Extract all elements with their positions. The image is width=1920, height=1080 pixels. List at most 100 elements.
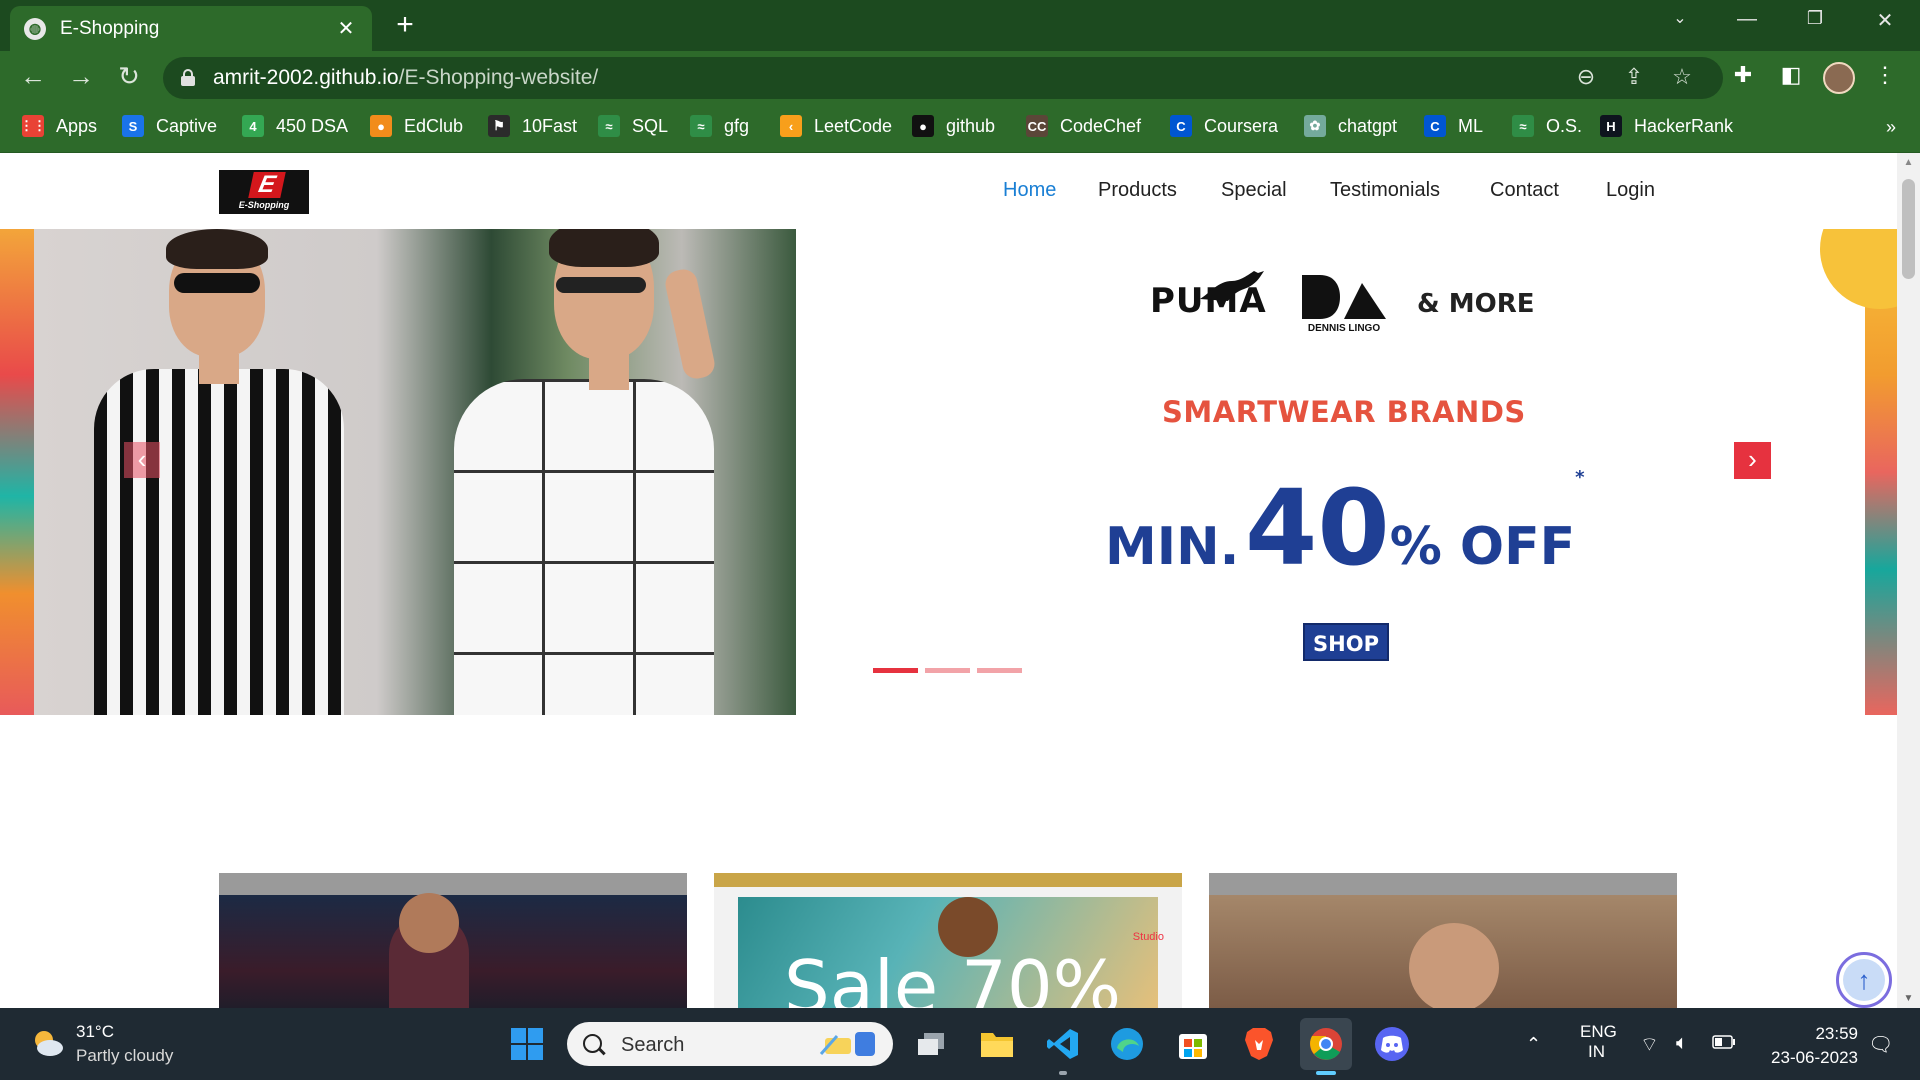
volume-icon[interactable]: 🔈︎ [1676,1032,1688,1055]
bookmark-edclub[interactable]: ● EdClub [370,115,463,137]
bookmark-label: CodeChef [1060,115,1142,136]
lock-icon[interactable] [181,69,195,86]
bookmark-apps[interactable]: ⋮⋮ Apps [20,115,97,137]
task-view-icon[interactable] [912,1025,950,1063]
bookmark-o-s[interactable]: ≈ O.S. [1512,115,1582,137]
bookmark-label: 10Fast [522,115,578,136]
weather-description[interactable]: Partly cloudy [76,1046,173,1066]
offer-value: 40 [1244,467,1390,589]
nav-testimonials[interactable]: Testimonials [1330,179,1440,202]
microsoft-store-icon[interactable] [1174,1025,1212,1063]
url-text[interactable]: amrit-2002.github.io/E-Shopping-website/ [213,66,598,90]
nav-products[interactable]: Products [1098,179,1177,202]
start-windows-icon[interactable] [508,1025,546,1063]
bookmark-10fast[interactable]: ⚑ 10Fast [488,115,577,137]
zoom-icon[interactable]: ⊖ [1571,64,1601,90]
restore-button[interactable]: ❐ [1800,8,1830,29]
brave-icon[interactable] [1240,1025,1278,1063]
bookmark-hackerrank[interactable]: H HackerRank [1600,115,1733,137]
bookmark-leetcode[interactable]: ‹ LeetCode [780,115,892,137]
address-bar[interactable]: amrit-2002.github.io/E-Shopping-website/… [163,57,1723,99]
close-window-button[interactable]: ✕ [1870,8,1900,33]
scroll-down-arrow-icon[interactable]: ▼ [1897,993,1920,1004]
notifications-icon[interactable]: 🗨︎ [1868,1032,1893,1057]
chatgpt-icon: ✿ [1304,115,1326,137]
carousel-indicator-2[interactable] [925,668,970,673]
side-panel-icon[interactable]: ◧ [1776,62,1806,88]
extensions-icon[interactable]: ✚ [1728,62,1758,88]
profile-avatar[interactable] [1823,62,1855,94]
share-icon[interactable]: ⇪ [1619,64,1649,90]
search-icon [583,1034,602,1053]
site-logo[interactable]: E E-Shopping [219,170,309,214]
bookmark-chatgpt[interactable]: ✿ chatgpt [1304,115,1397,137]
wifi-icon[interactable]: ⌔ [1640,1032,1659,1057]
forward-button[interactable]: → [64,61,98,92]
partly-cloudy-icon[interactable] [30,1028,64,1058]
system-clock[interactable]: 23:59 23-06-2023 [1762,1022,1858,1070]
language-indicator[interactable]: ENG IN [1580,1022,1617,1062]
carousel-prev-button[interactable]: ‹ [124,442,160,478]
carousel-next-button[interactable]: › [1734,442,1771,479]
file-explorer-icon[interactable] [978,1025,1016,1063]
model-arm [662,266,718,382]
model-checked-shirt [454,379,714,715]
nav-login[interactable]: Login [1606,179,1655,202]
new-tab-button[interactable]: + [390,10,420,40]
model-neck [199,354,239,384]
brand-more: & MORE [1417,289,1535,319]
browser-tab[interactable]: ◍ E-Shopping ✕ [10,6,372,51]
bookmark-github[interactable]: ● github [912,115,995,137]
category-card-1[interactable] [219,873,687,1008]
reload-button[interactable]: ↻ [112,61,146,92]
bookmark-ml[interactable]: C ML [1424,115,1483,137]
vscode-icon[interactable] [1044,1025,1082,1063]
search-highlight-art-icon [819,1032,875,1056]
nav-special[interactable]: Special [1221,179,1287,202]
bookmarks-overflow-button[interactable]: » [1886,117,1896,138]
back-button[interactable]: ← [16,61,50,92]
taskbar-search[interactable]: Search [567,1022,893,1066]
chrome-active-indicator [1316,1071,1336,1075]
bookmark-gfg[interactable]: ≈ gfg [690,115,749,137]
bookmark-captive[interactable]: S Captive [122,115,217,137]
hero-offer: MIN. 40% OFF * [1105,467,1585,589]
tab-close-icon[interactable]: ✕ [334,16,358,41]
card-1-model-head [399,893,459,953]
tray-overflow-chevron-icon[interactable]: ⌃ [1526,1034,1541,1055]
github-icon: ● [912,115,934,137]
bookmark-label: github [946,115,996,136]
bookmark-sql[interactable]: ≈ SQL [598,115,668,137]
back-to-top-button[interactable]: ↑ [1836,952,1892,1008]
bookmark-codechef[interactable]: CC CodeChef [1026,115,1141,137]
carousel-indicator-1[interactable] [873,668,918,673]
nav-contact[interactable]: Contact [1490,179,1559,202]
category-card-2[interactable]: Sale 70% Studio [714,873,1182,1008]
edge-icon[interactable] [1108,1025,1146,1063]
bookmark-450-dsa[interactable]: 4 450 DSA [242,115,348,137]
battery-icon[interactable] [1712,1034,1736,1054]
nav-home[interactable]: Home [1003,179,1056,202]
weather-temperature[interactable]: 31°C [76,1022,114,1042]
hero-tagline: SMARTWEAR BRANDS [1162,395,1526,429]
model-hair [166,229,268,269]
language-code: ENG [1580,1022,1617,1041]
card-2-badge: Studio [1132,931,1164,943]
discord-icon[interactable] [1373,1025,1411,1063]
page-scrollbar[interactable]: ▲ ▼ [1897,153,1920,1008]
minimize-button[interactable]: — [1732,8,1762,31]
menu-icon[interactable]: ⋮ [1870,62,1900,88]
clock-date: 23-06-2023 [1771,1048,1858,1067]
scroll-thumb[interactable] [1902,179,1915,279]
chrome-icon[interactable] [1307,1025,1345,1063]
bookmark-coursera[interactable]: C Coursera [1170,115,1278,137]
category-card-3[interactable] [1209,873,1677,1008]
tab-search-icon[interactable]: ⌄ [1665,8,1695,28]
scroll-up-arrow-icon[interactable]: ▲ [1897,157,1920,168]
carousel-indicator-3[interactable] [977,668,1022,673]
shop-button[interactable]: SHOP [1303,623,1389,661]
bookmark-star-icon[interactable]: ☆ [1667,64,1697,90]
bookmarks-bar: » ⋮⋮ Apps S Captive 4 450 DSA ● EdClub ⚑ 10Fast ≈ S… [0,105,1920,153]
browser-tab-strip: ◍ E-Shopping ✕ + ⌄ — ❐ ✕ [0,0,1920,51]
bookmark-label: gfg [724,115,750,136]
